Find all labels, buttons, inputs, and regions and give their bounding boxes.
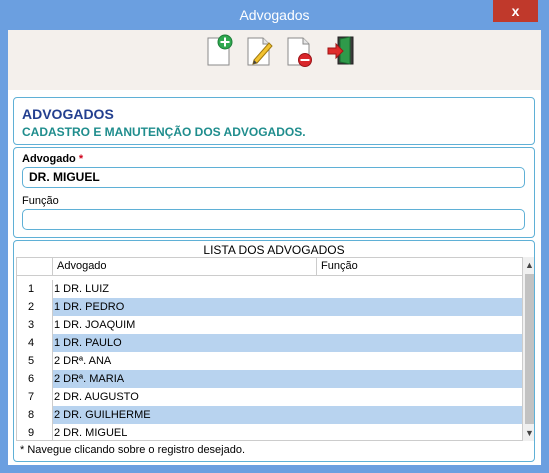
row-number: 2 — [17, 298, 53, 316]
table-row[interactable]: 2 1 DR. PEDRO — [17, 298, 522, 316]
toolbar — [8, 30, 541, 90]
advogado-cell[interactable]: 1 DR. JOAQUIM — [53, 316, 353, 334]
advogado-cell[interactable]: 2 DR. AUGUSTO — [53, 388, 353, 406]
navigation-hint: * Navegue clicando sobre o registro dese… — [20, 444, 246, 456]
scroll-thumb[interactable] — [525, 274, 534, 424]
advogado-cell[interactable]: 2 DR. GUILHERME — [53, 406, 353, 424]
column-header-advogado[interactable]: Advogado — [53, 258, 317, 276]
advogado-cell[interactable]: 2 DR. MIGUEL — [53, 424, 353, 440]
advogados-grid: Advogado Função 1 1 DR. LUIZ 2 1 DR. PED… — [16, 257, 523, 441]
advogado-cell[interactable]: 2 DRª. MARIA — [53, 370, 353, 388]
list-title: LISTA DOS ADVOGADOS — [203, 243, 345, 257]
advogado-cell[interactable]: 1 DR. LUIZ — [53, 280, 353, 298]
scroll-down-icon[interactable]: ▼ — [523, 426, 534, 440]
row-number: 7 — [17, 388, 53, 406]
window-content: ADVOGADOS CADASTRO E MANUTENÇÃO DOS ADVO… — [8, 30, 541, 465]
app-window: Advogados x ADVOGADOS CADASTRO E MANUTEN… — [0, 0, 549, 473]
exit-door-icon[interactable] — [326, 34, 356, 68]
advogado-label: Advogado * — [22, 153, 83, 165]
title-bar[interactable]: Advogados x — [0, 0, 549, 30]
row-number: 6 — [17, 370, 53, 388]
table-row[interactable]: 7 2 DR. AUGUSTO — [17, 388, 522, 406]
table-row[interactable]: 4 1 DR. PAULO — [17, 334, 522, 352]
scroll-up-icon[interactable]: ▲ — [523, 258, 534, 272]
column-header-funcao[interactable]: Função — [317, 258, 522, 276]
add-document-icon[interactable] — [205, 34, 235, 68]
row-number: 4 — [17, 334, 53, 352]
advogado-field[interactable]: DR. MIGUEL — [22, 167, 525, 188]
row-number: 1 — [17, 280, 53, 298]
table-row[interactable]: 5 2 DRª. ANA — [17, 352, 522, 370]
row-number-header — [17, 258, 53, 276]
row-number: 9 — [17, 424, 53, 440]
advogado-cell[interactable]: 2 DRª. ANA — [53, 352, 353, 370]
table-row[interactable]: 1 1 DR. LUIZ — [17, 280, 522, 298]
delete-document-icon[interactable] — [285, 34, 315, 68]
required-mark: * — [78, 153, 84, 165]
funcao-field[interactable] — [22, 209, 525, 230]
table-row[interactable]: 8 2 DR. GUILHERME — [17, 406, 522, 424]
row-number: 3 — [17, 316, 53, 334]
advogado-cell[interactable]: 1 DR. PAULO — [53, 334, 353, 352]
close-button[interactable]: x — [493, 0, 538, 22]
vertical-scrollbar[interactable]: ▲ ▼ — [523, 257, 534, 441]
table-row[interactable]: 3 1 DR. JOAQUIM — [17, 316, 522, 334]
table-row[interactable]: 9 2 DR. MIGUEL — [17, 424, 522, 440]
row-number: 8 — [17, 406, 53, 424]
funcao-label: Função — [22, 195, 59, 207]
table-row[interactable]: 6 2 DRª. MARIA — [17, 370, 522, 388]
advogado-cell[interactable]: 1 DR. PEDRO — [53, 298, 353, 316]
edit-document-icon[interactable] — [245, 34, 275, 68]
header-panel: ADVOGADOS CADASTRO E MANUTENÇÃO DOS ADVO… — [13, 97, 535, 145]
form-panel: Advogado * DR. MIGUEL Função — [13, 147, 535, 238]
page-title: ADVOGADOS — [22, 106, 114, 122]
window-title: Advogados — [239, 7, 310, 23]
advogado-label-text: Advogado — [22, 153, 76, 165]
row-number: 5 — [17, 352, 53, 370]
page-subtitle: CADASTRO E MANUTENÇÃO DOS ADVOGADOS. — [22, 125, 306, 139]
list-panel: LISTA DOS ADVOGADOS Advogado Função 1 1 … — [13, 240, 535, 462]
